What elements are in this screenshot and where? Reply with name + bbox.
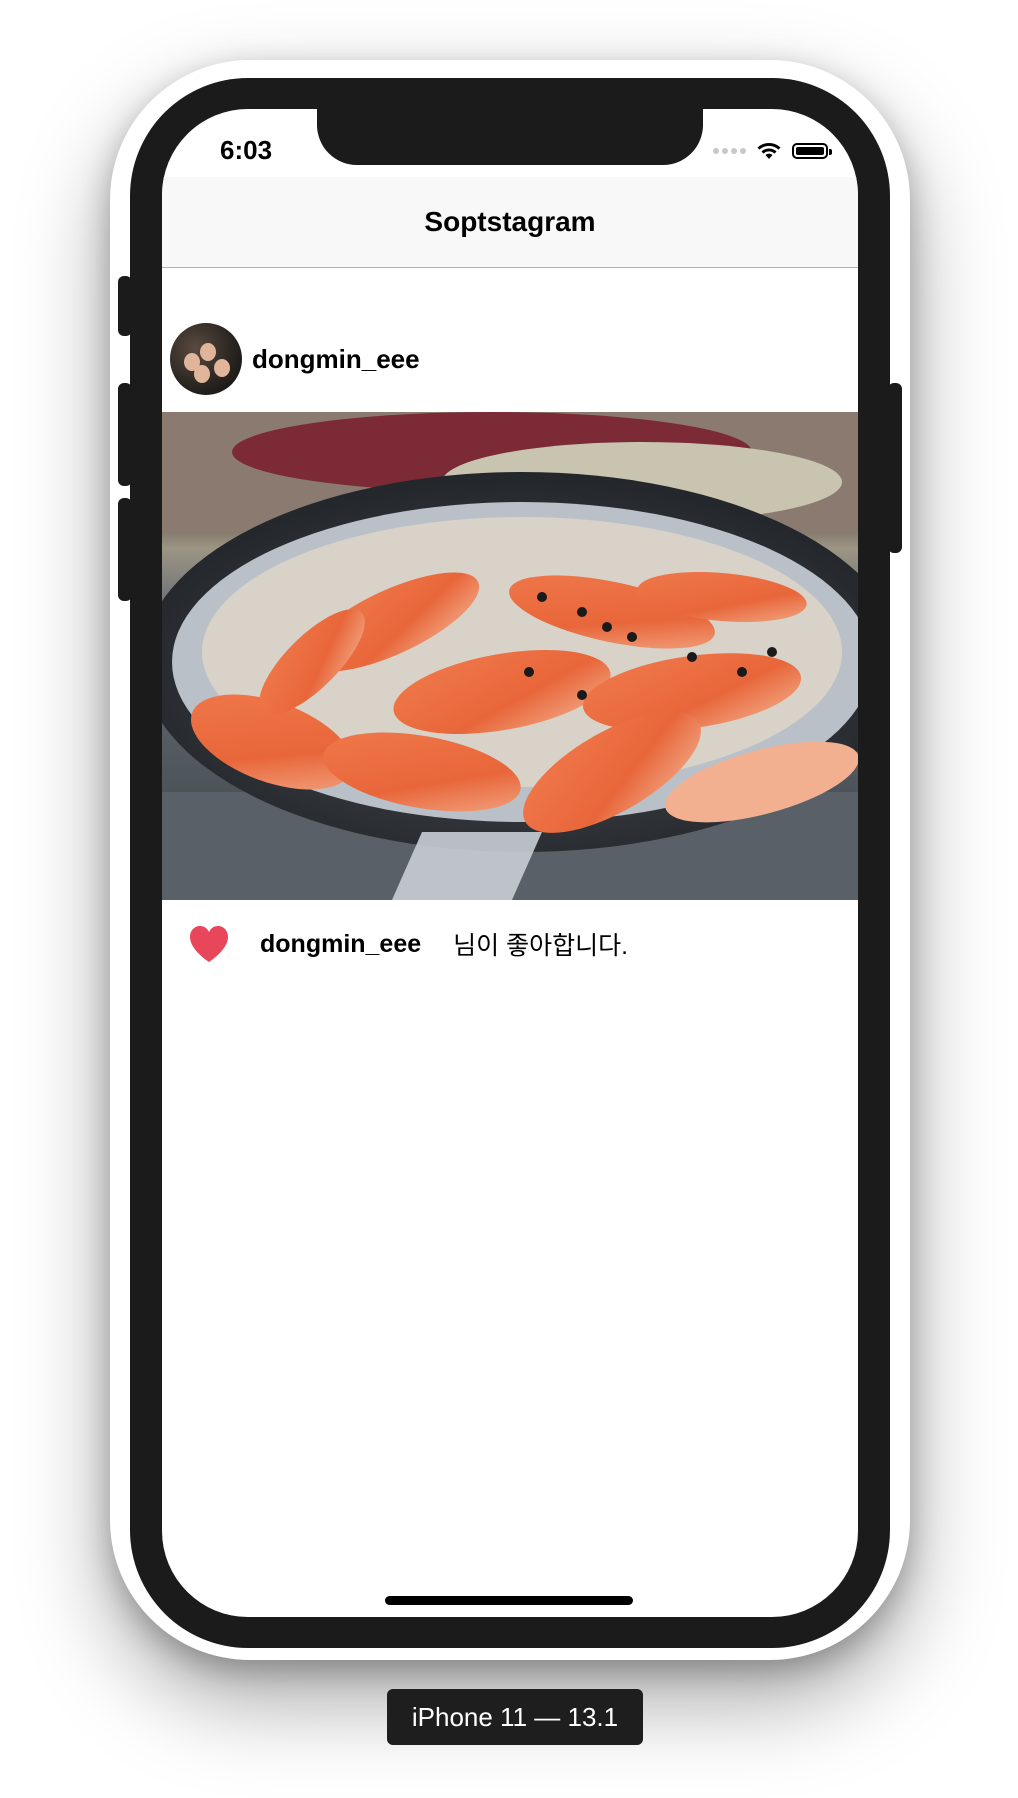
shrimp-pan-photo: [162, 412, 858, 900]
battery-icon: [792, 143, 832, 159]
heart-icon[interactable]: [188, 924, 230, 964]
like-username[interactable]: dongmin_eee: [260, 930, 421, 959]
home-indicator[interactable]: [385, 1596, 633, 1605]
profile-avatar[interactable]: [170, 323, 242, 395]
wifi-icon: [757, 143, 781, 159]
cellular-signal-icon: [713, 148, 746, 154]
simulator-device-label: iPhone 11 — 13.1: [387, 1689, 643, 1745]
notch: [317, 109, 703, 165]
post-photo: [162, 412, 858, 900]
phone-screen: 6:03 Soptstagram dongmin_eee dongmin_eee…: [162, 109, 858, 1617]
like-text: 님이 좋아합니다.: [453, 932, 629, 960]
post-username[interactable]: dongmin_eee: [252, 344, 420, 375]
nav-title: Soptstagram: [424, 206, 596, 237]
status-icons: [713, 141, 832, 161]
status-time: 6:03: [220, 135, 273, 165]
navigation-bar: Soptstagram: [162, 177, 858, 268]
post-header: dongmin_eee: [170, 323, 420, 395]
like-row: dongmin_eee 님이 좋아합니다.: [188, 921, 628, 967]
power-button: [888, 383, 902, 553]
